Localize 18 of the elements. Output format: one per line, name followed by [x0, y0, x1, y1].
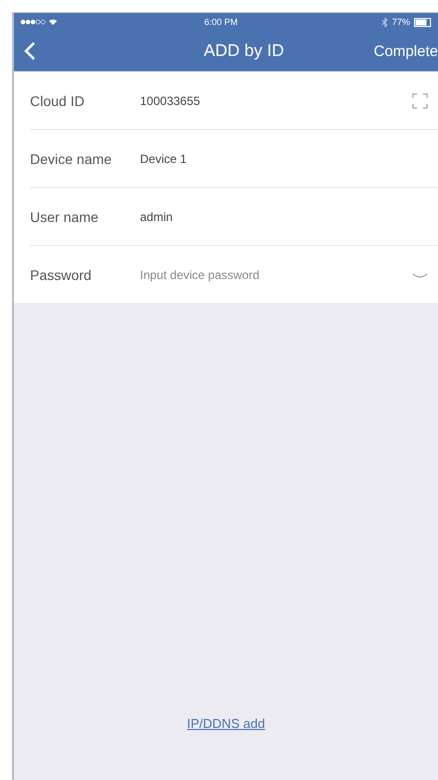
field-label: User name: [30, 208, 100, 224]
battery-percent: 77%: [392, 17, 410, 27]
bluetooth-icon: [382, 18, 388, 26]
field-label: Password: [30, 266, 92, 282]
field-label: Cloud ID: [30, 92, 86, 108]
scan-icon[interactable]: [412, 92, 428, 108]
ip-ddns-add-link[interactable]: IP/DDNS add: [186, 716, 266, 731]
input-field[interactable]: Input device password: [140, 268, 412, 282]
back-icon[interactable]: [24, 41, 36, 61]
signal-wifi-icon: [20, 18, 60, 26]
complete-button[interactable]: Complete: [374, 42, 438, 60]
status-time: 6:00 PM: [203, 17, 239, 27]
input-field[interactable]: Device 1: [140, 152, 428, 166]
field-label: Device name: [30, 150, 113, 166]
screen-title: ADD by ID: [202, 41, 286, 61]
input-field[interactable]: admin: [140, 210, 428, 224]
battery-icon: [414, 18, 432, 26]
input-field[interactable]: 100033655: [140, 94, 412, 108]
